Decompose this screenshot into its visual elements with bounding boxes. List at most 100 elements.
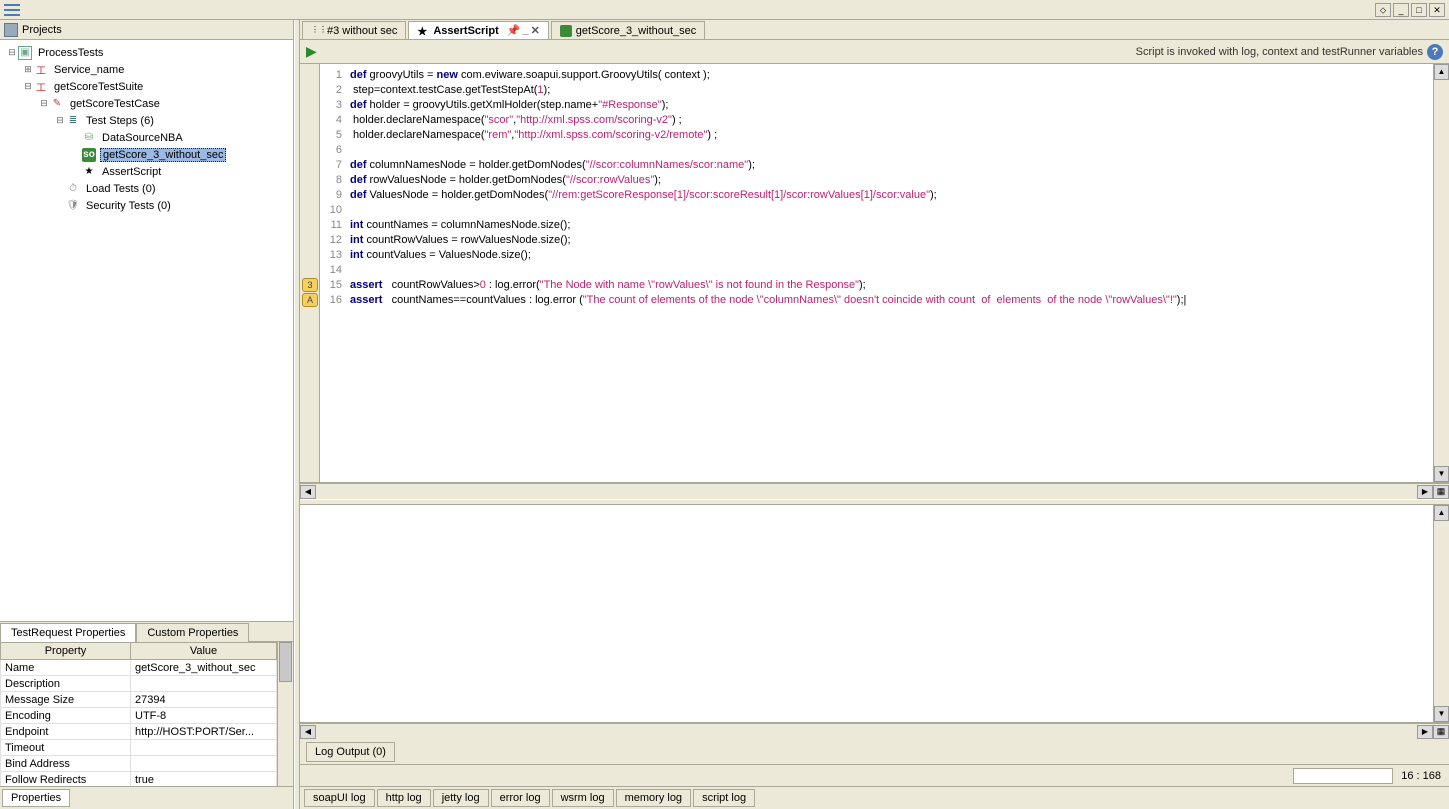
scroll-right-icon[interactable]: ▶ — [1417, 725, 1433, 739]
editor-tab[interactable]: ★AssertScript📌_✕ — [408, 21, 548, 39]
tree-label[interactable]: getScore_3_without_sec — [100, 148, 226, 162]
tree-node[interactable]: ⊞工Service_name — [2, 61, 291, 78]
tree-label[interactable]: DataSourceNBA — [100, 132, 185, 144]
code-area[interactable]: def groovyUtils = new com.eviware.soapui… — [346, 64, 1433, 482]
tree-node[interactable]: ⊟▣ProcessTests — [2, 44, 291, 61]
tree-node[interactable]: ⛁DataSourceNBA — [2, 129, 291, 146]
tree-node[interactable]: ⏱ Load Tests (0) — [2, 180, 291, 197]
prop-name[interactable]: Endpoint — [1, 724, 131, 740]
tree-node[interactable]: 🛡Security Tests (0) — [2, 197, 291, 214]
prop-scrollbar[interactable] — [277, 642, 293, 786]
log-tab[interactable]: jetty log — [433, 789, 489, 807]
code-editor[interactable]: 3A 12345678910111213141516 def groovyUti… — [300, 64, 1449, 483]
editor-tab[interactable]: ⋮⋮#3 without sec — [302, 21, 406, 39]
tree-node[interactable]: sogetScore_3_without_sec — [2, 146, 291, 163]
prop-value[interactable] — [131, 756, 277, 772]
prop-value[interactable] — [131, 740, 277, 756]
tab-custom-properties[interactable]: Custom Properties — [136, 623, 249, 642]
table-row[interactable]: EncodingUTF-8 — [1, 708, 277, 724]
prop-value[interactable] — [131, 676, 277, 692]
menu-icon[interactable] — [4, 4, 20, 16]
tree-label[interactable]: ProcessTests — [36, 47, 105, 59]
prop-value[interactable]: UTF-8 — [131, 708, 277, 724]
tree-label[interactable]: Service_name — [52, 64, 126, 76]
tree-label[interactable]: Load Tests (0) — [84, 183, 158, 195]
tab-testrequest-properties[interactable]: TestRequest Properties — [0, 623, 136, 642]
log-vscroll[interactable]: ▲ ▼ — [1433, 505, 1449, 722]
log-tab[interactable]: http log — [377, 789, 431, 807]
close-button[interactable]: ✕ — [1429, 3, 1445, 17]
column-header[interactable]: Property — [1, 643, 131, 660]
expander-icon[interactable]: ⊟ — [54, 115, 66, 126]
maximize-button[interactable]: □ — [1411, 3, 1427, 17]
restore-button[interactable]: ⬦ — [1375, 3, 1391, 17]
run-button[interactable]: ▶ — [306, 43, 317, 60]
editor-vscroll[interactable]: ▲ ▼ — [1433, 64, 1449, 482]
expander-icon[interactable]: ⊞ — [22, 64, 34, 75]
table-row[interactable]: Description — [1, 676, 277, 692]
prop-value[interactable]: http://HOST:PORT/Ser... — [131, 724, 277, 740]
scroll-right-icon[interactable]: ▶ — [1417, 485, 1433, 499]
table-row[interactable]: Bind Address — [1, 756, 277, 772]
minimize-button[interactable]: _ — [1393, 3, 1409, 17]
prop-value[interactable]: getScore_3_without_sec — [131, 660, 277, 676]
pin-icon[interactable]: 📌 — [507, 24, 521, 37]
corner-button[interactable]: ▦ — [1433, 725, 1449, 739]
tree-label[interactable]: getScoreTestCase — [68, 98, 162, 110]
log-content[interactable] — [300, 505, 1433, 722]
project-tree[interactable]: ⊟▣ProcessTests⊞工Service_name⊟工getScoreTe… — [0, 40, 293, 621]
scroll-left-icon[interactable]: ◀ — [300, 725, 316, 739]
prop-name[interactable]: Bind Address — [1, 756, 131, 772]
tree-node[interactable]: ⊟✎getScoreTestCase — [2, 95, 291, 112]
log-tab[interactable]: soapUI log — [304, 789, 375, 807]
scroll-down-icon[interactable]: ▼ — [1434, 706, 1449, 722]
tab-label: getScore_3_without_sec — [576, 25, 696, 37]
tree-label[interactable]: getScoreTestSuite — [52, 81, 145, 93]
tree-label[interactable]: Test Steps (6) — [84, 115, 156, 127]
min-icon[interactable]: _ — [522, 24, 528, 37]
log-tab[interactable]: wsrm log — [552, 789, 614, 807]
projects-icon — [4, 23, 18, 37]
prop-value[interactable]: 27394 — [131, 692, 277, 708]
help-icon[interactable]: ? — [1427, 44, 1443, 60]
close-icon[interactable]: ✕ — [531, 24, 540, 37]
property-table[interactable]: PropertyValueNamegetScore_3_without_secD… — [0, 642, 277, 788]
prop-name[interactable]: Encoding — [1, 708, 131, 724]
load-icon: ⏱ — [66, 182, 80, 196]
tree-node[interactable]: ⊟工getScoreTestSuite — [2, 78, 291, 95]
corner-button[interactable]: ▦ — [1433, 485, 1449, 499]
prop-name[interactable]: Name — [1, 660, 131, 676]
expander-icon[interactable]: ⊟ — [6, 47, 18, 58]
breakpoint-badge[interactable]: A — [302, 293, 318, 307]
scroll-down-icon[interactable]: ▼ — [1434, 466, 1449, 482]
tree-node[interactable]: ★AssertScript — [2, 163, 291, 180]
log-tab[interactable]: script log — [693, 789, 755, 807]
table-row[interactable]: NamegetScore_3_without_sec — [1, 660, 277, 676]
properties-tab[interactable]: Properties — [2, 789, 70, 807]
table-row[interactable]: Timeout — [1, 740, 277, 756]
scroll-up-icon[interactable]: ▲ — [1434, 505, 1449, 521]
prop-name[interactable]: Description — [1, 676, 131, 692]
tree-label[interactable]: AssertScript — [100, 166, 163, 178]
breakpoint-badge[interactable]: 3 — [302, 278, 318, 292]
goto-input[interactable] — [1293, 768, 1393, 784]
log-tab[interactable]: memory log — [616, 789, 691, 807]
breakpoint-gutter[interactable]: 3A — [300, 64, 320, 482]
expander-icon[interactable]: ⊟ — [22, 81, 34, 92]
scroll-left-icon[interactable]: ◀ — [300, 485, 316, 499]
prop-name[interactable]: Message Size — [1, 692, 131, 708]
editor-hscroll[interactable]: ◀ ▶ ▦ — [300, 483, 1449, 499]
prop-name[interactable]: Timeout — [1, 740, 131, 756]
editor-tab[interactable]: getScore_3_without_sec — [551, 21, 705, 39]
log-output-button[interactable]: Log Output (0) — [306, 742, 395, 762]
tree-node[interactable]: ⊟≣Test Steps (6) — [2, 112, 291, 129]
log-hscroll[interactable]: ◀ ▶ ▦ — [300, 723, 1449, 739]
column-header[interactable]: Value — [131, 643, 277, 660]
table-row[interactable]: Message Size27394 — [1, 692, 277, 708]
expander-icon[interactable]: ⊟ — [38, 98, 50, 109]
scroll-up-icon[interactable]: ▲ — [1434, 64, 1449, 80]
tree-label[interactable]: Security Tests (0) — [84, 200, 173, 212]
log-tab[interactable]: error log — [491, 789, 550, 807]
table-row[interactable]: Endpointhttp://HOST:PORT/Ser... — [1, 724, 277, 740]
tab-icon — [560, 25, 572, 37]
